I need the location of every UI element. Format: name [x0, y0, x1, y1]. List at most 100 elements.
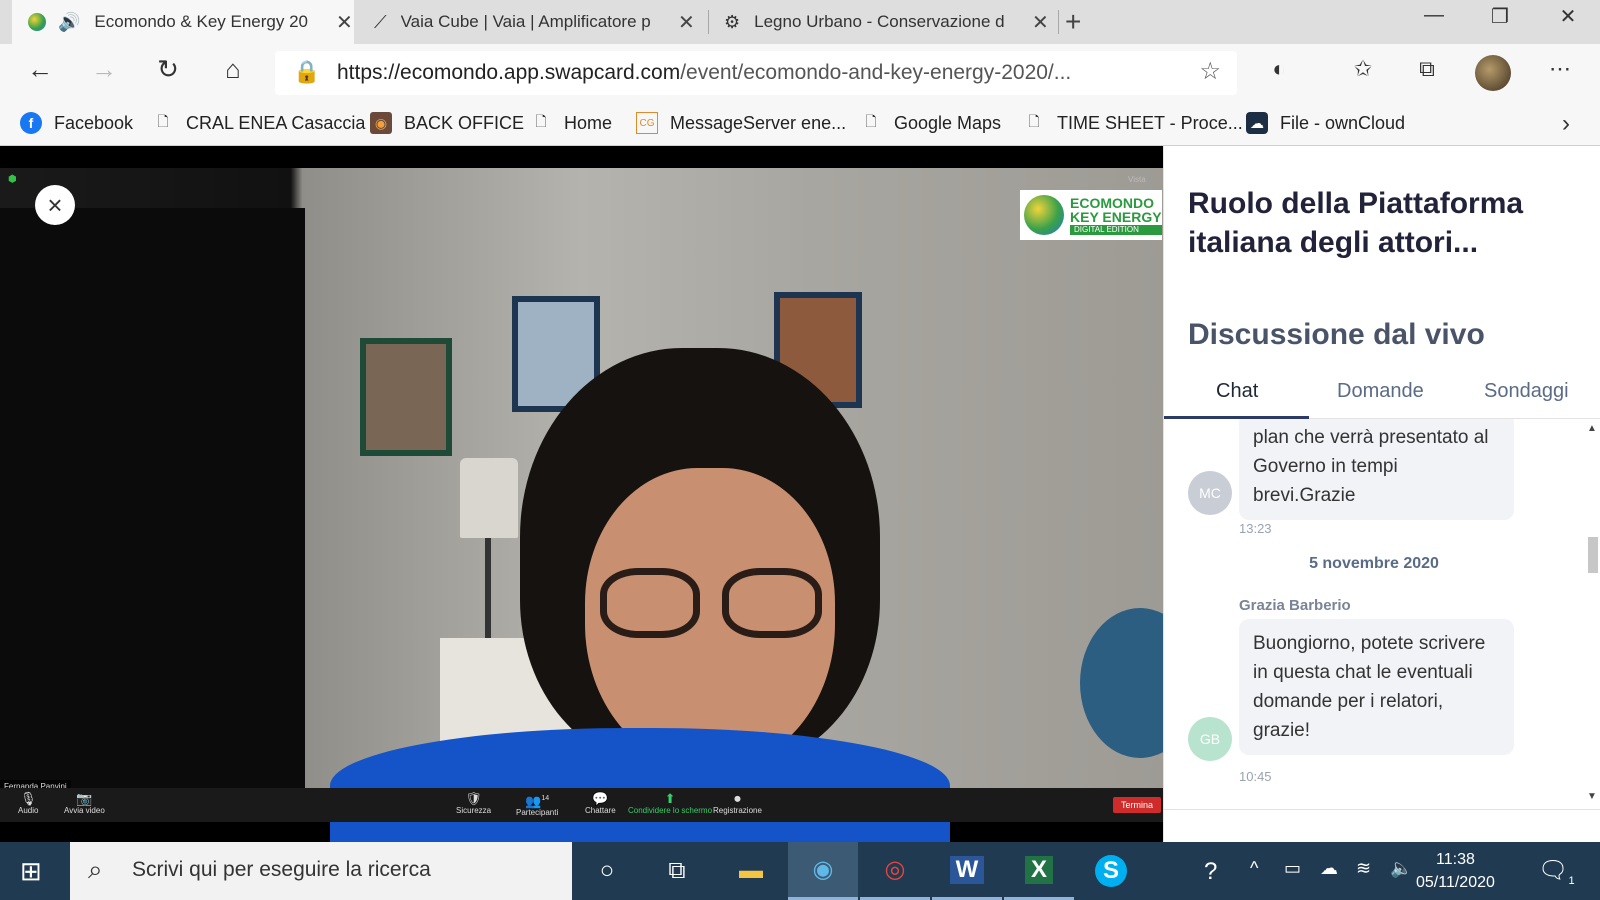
vaia-favicon-icon: ⟋ [374, 11, 387, 32]
chrome-icon[interactable]: ◎ [860, 842, 930, 900]
volume-icon[interactable]: 🔈 [1390, 858, 1412, 879]
close-window-button[interactable]: ✕ [1548, 4, 1588, 29]
door [0, 208, 305, 798]
bookmark-label: CRAL ENEA Casaccia [186, 112, 366, 133]
back-office-icon: ◉ [370, 112, 392, 134]
avatar[interactable]: MC [1188, 471, 1232, 515]
search-placeholder: Scrivi qui per eseguire la ricerca [132, 858, 431, 881]
taskbar-search[interactable]: ⌕ Scrivi qui per eseguire la ricerca [70, 842, 572, 900]
chat-messages[interactable]: plan che verrà presentato al Governo in … [1164, 419, 1584, 807]
excel-icon[interactable]: X [1004, 842, 1074, 900]
refresh-button[interactable]: ↻ [148, 54, 188, 85]
globe-logo-icon [1024, 195, 1064, 235]
speaker-jacket [330, 728, 950, 842]
section-title: Discussione dal vivo [1188, 318, 1485, 351]
home-button[interactable]: ⌂ [213, 54, 253, 85]
edge-browser-icon[interactable]: ◉ [788, 842, 858, 900]
bookmark-label: Google Maps [894, 112, 1002, 133]
logo-line-1: ECOMONDO [1070, 194, 1154, 211]
chat-button[interactable]: 💬 Chattare [585, 791, 616, 815]
task-view-icon[interactable]: ⧉ [642, 842, 712, 900]
bookmark-time-sheet[interactable]: 🗋 TIME SHEET - Proce... [1023, 112, 1243, 134]
tab-chat[interactable]: Chat [1216, 380, 1258, 403]
bookmark-google-maps[interactable]: 🗋 Google Maps [860, 112, 1001, 134]
record-button[interactable]: ⏺ Registrazione [713, 791, 762, 815]
forward-button[interactable]: → [84, 54, 124, 85]
wifi-icon[interactable]: ≋ [1356, 858, 1371, 879]
shield-icon: 🛡 [465, 791, 482, 806]
scroll-down-icon[interactable]: ▼ [1587, 791, 1597, 802]
audio-button[interactable]: 🎙 Audio [18, 791, 38, 815]
collections-icon[interactable]: ⧉ [1410, 56, 1444, 82]
onedrive-cloud-icon[interactable]: ☁ [1320, 858, 1338, 879]
bookmark-home[interactable]: 🗋 Home [530, 112, 612, 134]
record-icon: ⏺ [734, 791, 741, 806]
close-tab-icon[interactable]: ✕ [1032, 10, 1050, 35]
more-menu-icon[interactable]: ⋯ [1543, 56, 1577, 82]
bookmark-label: File - ownCloud [1280, 112, 1406, 133]
bookmark-cral[interactable]: 🗋 CRAL ENEA Casaccia [152, 112, 365, 134]
video-label: Avvia video [64, 806, 105, 815]
tab-divider [1058, 10, 1059, 34]
close-tab-icon[interactable]: ✕ [336, 10, 354, 35]
lock-icon[interactable]: 🔒 [293, 59, 320, 85]
security-button[interactable]: 🛡 Sicurezza [456, 791, 491, 815]
extension-icon[interactable]: ◐ [1262, 56, 1296, 82]
skype-icon[interactable]: S [1076, 842, 1146, 900]
bookmark-label: TIME SHEET - Proce... [1057, 112, 1243, 133]
windows-start-icon[interactable]: ⊞ [20, 856, 42, 887]
browser-tab-strip: 🔊 Ecomondo & Key Energy 20 ✕ ⟋ Vaia Cube… [0, 0, 1600, 44]
share-screen-icon: ⬆ [664, 791, 676, 806]
lamp-stem [485, 538, 491, 648]
favorite-star-icon[interactable]: ☆ [1199, 57, 1221, 86]
file-explorer-icon[interactable]: ▬ [716, 842, 786, 900]
bookmark-facebook[interactable]: f Facebook [20, 112, 133, 134]
video-stream [0, 146, 1163, 842]
bookmark-messageserver[interactable]: CG MessageServer ene... [636, 112, 846, 134]
participants-button[interactable]: 👥14 Partecipanti [516, 791, 558, 817]
speaker-icon[interactable]: 🔊 [58, 12, 80, 33]
view-toggle[interactable]: Vista [1128, 175, 1146, 184]
chevron-right-icon[interactable]: › [1562, 110, 1570, 138]
address-bar[interactable]: 🔒 https://ecomondo.app.swapcard.com/even… [275, 51, 1237, 95]
tab-ecomondo[interactable]: 🔊 Ecomondo & Key Energy 20 ✕ [12, 0, 354, 44]
chevron-up-icon[interactable]: ^ [1250, 858, 1258, 879]
page-icon: 🗋 [1028, 113, 1040, 129]
avatar[interactable]: GB [1188, 717, 1232, 761]
close-tab-icon[interactable]: ✕ [678, 10, 696, 35]
restore-button[interactable]: ❐ [1480, 4, 1520, 29]
clock[interactable]: 11:38 05/11/2020 [1416, 848, 1495, 894]
word-icon[interactable]: W [932, 842, 1002, 900]
favorites-icon[interactable]: ✩ [1346, 56, 1380, 82]
cortana-icon[interactable]: ○ [572, 842, 642, 900]
battery-icon[interactable]: ▭ [1284, 858, 1301, 879]
bookmark-owncloud[interactable]: ☁ File - ownCloud [1246, 112, 1405, 134]
scroll-up-icon[interactable]: ▲ [1587, 423, 1597, 434]
session-panel: Ruolo della Piattaforma italiana degli a… [1163, 146, 1600, 842]
profile-avatar[interactable] [1475, 55, 1511, 91]
message-time: 10:45 [1239, 769, 1272, 784]
chat-scrollbar[interactable]: ▲ ▼ [1584, 419, 1600, 807]
minimize-button[interactable]: — [1414, 4, 1454, 27]
clock-time: 11:38 [1436, 851, 1475, 868]
tab-domande[interactable]: Domande [1337, 380, 1424, 403]
tab-vaia-cube[interactable]: ⟋ Vaia Cube | Vaia | Amplificatore p ✕ [366, 0, 696, 44]
back-button[interactable]: ← [20, 54, 60, 85]
tab-sondaggi[interactable]: Sondaggi [1484, 380, 1569, 403]
notifications-icon[interactable]: 🗨1 [1538, 856, 1575, 887]
tab-legno-urbano[interactable]: ⚙ Legno Urbano - Conservazione d ✕ [720, 0, 1050, 44]
new-tab-button[interactable]: + [1065, 6, 1081, 38]
share-screen-button[interactable]: ⬆ Condividere lo schermo [628, 791, 712, 815]
end-meeting-button[interactable]: Termina [1113, 797, 1162, 813]
participants-count: 14 [541, 795, 550, 802]
share-label: Condividere lo schermo [628, 806, 713, 815]
security-label: Sicurezza [456, 806, 492, 815]
close-video-button[interactable]: × [35, 185, 75, 225]
date-separator: 5 novembre 2020 [1309, 555, 1439, 572]
scroll-thumb[interactable] [1588, 537, 1598, 573]
bookmarks-bar: f Facebook 🗋 CRAL ENEA Casaccia ◉ BACK OFFI… [0, 102, 1600, 146]
security-shield-icon: ⬢ [8, 174, 17, 185]
help-icon[interactable]: ? [1204, 858, 1217, 886]
bookmark-back-office[interactable]: ◉ BACK OFFICE [370, 112, 524, 134]
start-video-button[interactable]: 📷 Avvia video [64, 791, 105, 815]
